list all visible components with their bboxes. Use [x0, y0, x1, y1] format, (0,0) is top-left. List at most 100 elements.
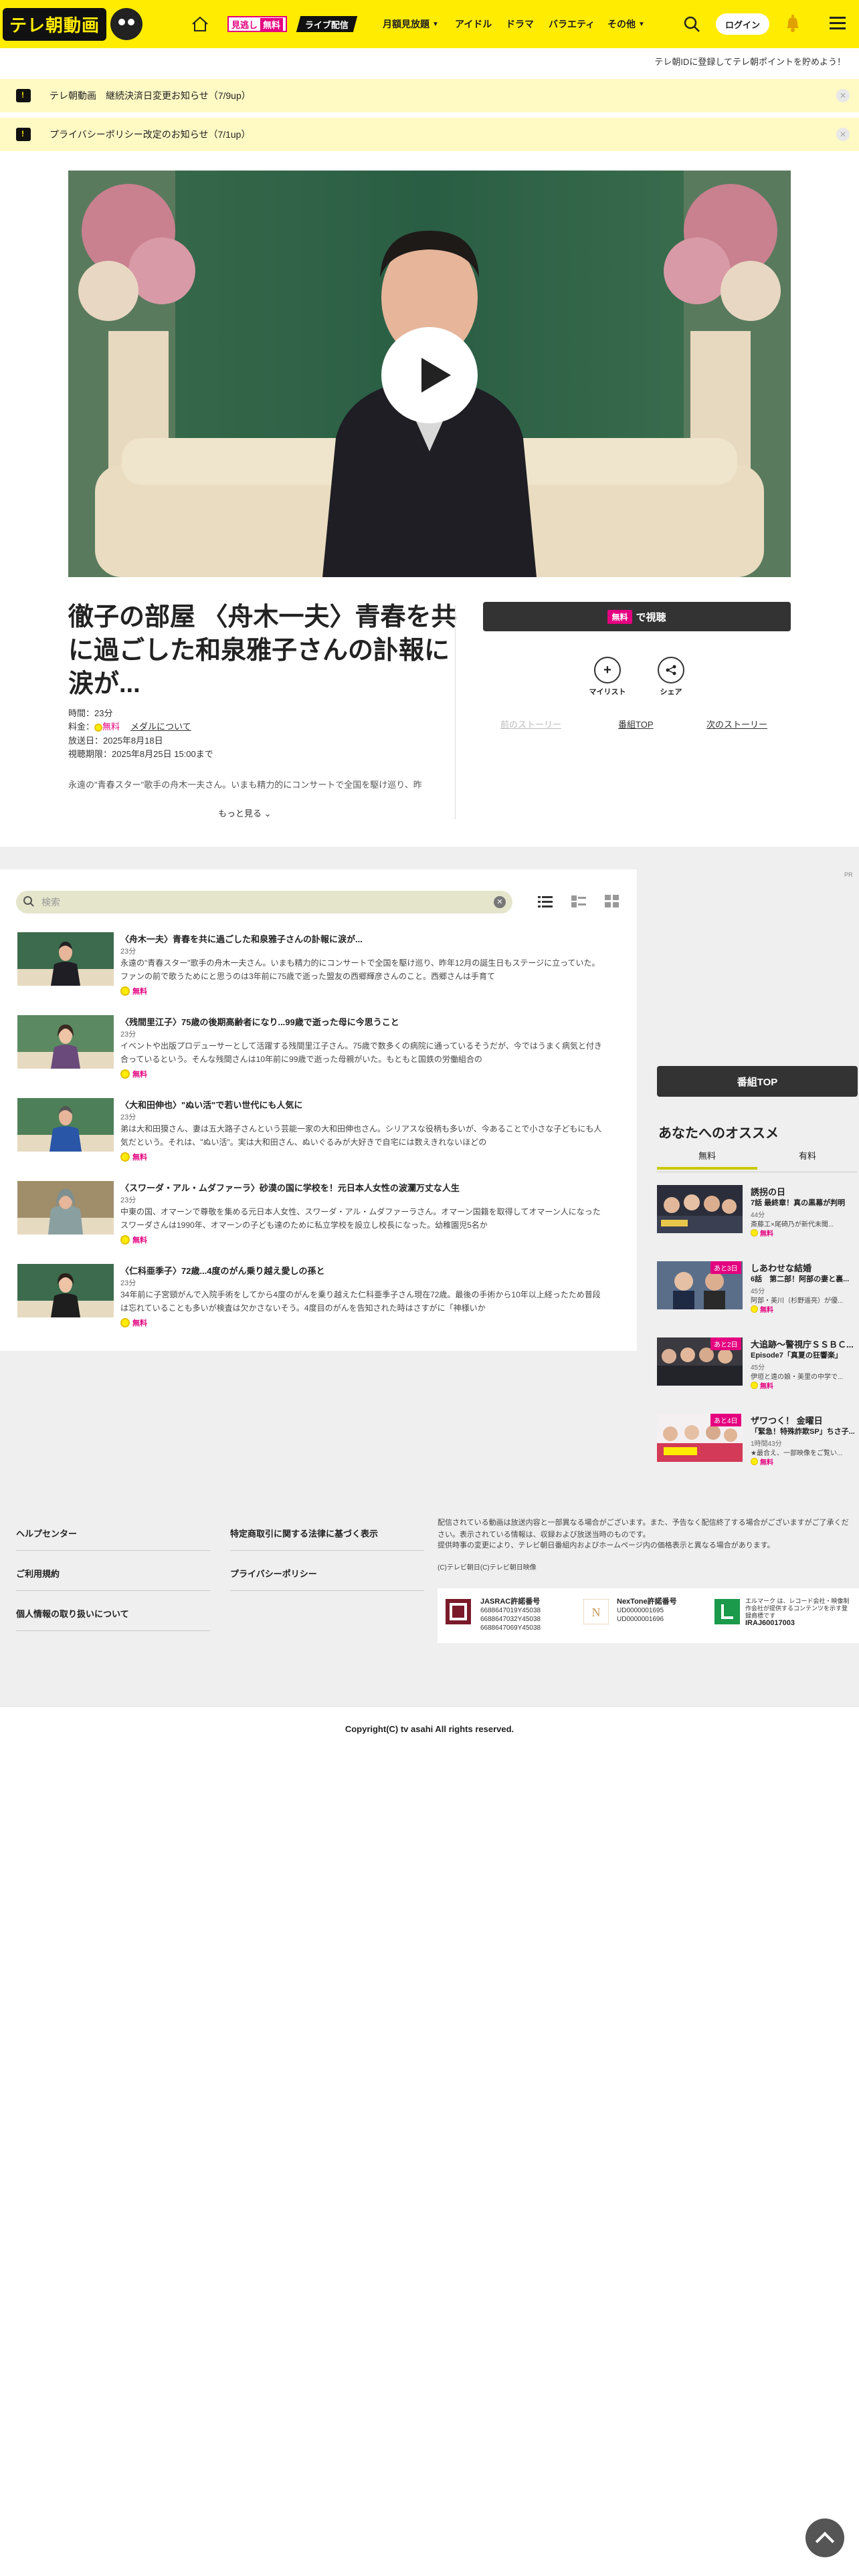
free-catchup-link[interactable]: 見逃し 無料	[227, 16, 288, 32]
medal-icon	[120, 1235, 130, 1245]
episode-item[interactable]: 〈大和田伸也〉"ぬい活"で若い世代にも人気に 23分 弟は大和田獏さん、妻は五大…	[17, 1098, 619, 1165]
license-number: UD0000001696	[617, 1616, 664, 1623]
recommend-duration: 44分	[751, 1212, 765, 1219]
scroll-to-top-button[interactable]	[805, 2518, 844, 2557]
episode-title: 〈大和田伸也〉"ぬい活"で若い世代にも人気に	[120, 1100, 303, 1110]
footer-link-help[interactable]: ヘルプセンター	[16, 1527, 77, 1539]
nav-label: バラエティ	[549, 19, 595, 29]
price-label: 料金：	[68, 722, 95, 732]
nav-monthly[interactable]: 月額見放題 ▼	[383, 17, 439, 31]
share-icon	[658, 657, 684, 683]
plus-icon: +	[594, 657, 621, 683]
notice-banner[interactable]: プライバシーポリシー改定のお知らせ（7/1up） ✕	[0, 118, 859, 151]
program-duration: 時間：23分	[68, 708, 113, 718]
watch-free-button[interactable]: 無料 で視聴	[483, 602, 791, 631]
recommend-item[interactable]: あと2日 大追跡～警視庁ＳＳＢＣ... Episode7「真夏の狂響楽」 45分…	[657, 1337, 858, 1391]
nav-drama[interactable]: ドラマ	[506, 17, 534, 31]
recommend-free-badge: 無料	[751, 1457, 773, 1467]
recommend-title: 誘拐の日	[751, 1187, 786, 1197]
site-header: テレ朝動画 見逃し 無料 ライブ配信 月額見放題 ▼ アイドル ドラマ バラエティ…	[0, 0, 859, 48]
recommend-duration: 45分	[751, 1364, 765, 1372]
episode-item[interactable]: 〈仁科亜季子〉72歳...4度のがん乗り越え愛しの孫と 23分 34年前に子宮頸…	[17, 1264, 619, 1331]
clear-icon[interactable]: ✕	[494, 896, 506, 908]
episode-free-badge: 無料	[120, 986, 147, 996]
divider	[230, 1550, 424, 1551]
nav-variety[interactable]: バラエティ	[549, 17, 595, 31]
grid-view-icon[interactable]	[605, 895, 619, 908]
recommend-subtitle: Episode7「真夏の狂響楽」	[751, 1352, 842, 1360]
mascot-icon	[110, 8, 143, 40]
episode-duration: 23分	[120, 1196, 136, 1204]
free-label: 無料	[760, 1230, 773, 1238]
search-icon[interactable]	[682, 15, 701, 33]
svg-text:N: N	[592, 1606, 601, 1619]
play-button[interactable]	[381, 327, 478, 423]
divider	[455, 605, 456, 819]
show-more-button[interactable]: もっと見る ⌄	[218, 807, 272, 819]
id-promo-link[interactable]: テレ朝IDに登録してテレ朝ポイントを貯めよう！	[654, 55, 846, 68]
recommend-subtitle: 6話 第二部！阿部の妻と裏...	[751, 1275, 850, 1283]
license-number: UD0000001695	[617, 1607, 664, 1614]
menu-icon[interactable]	[830, 16, 846, 31]
episode-duration: 23分	[120, 1031, 136, 1039]
bell-icon[interactable]	[784, 13, 801, 33]
footer-link-privacy-handling[interactable]: 個人情報の取り扱いについて	[16, 1607, 129, 1620]
close-icon[interactable]: ✕	[836, 128, 850, 141]
login-button[interactable]: ログイン	[716, 13, 769, 35]
alert-icon	[16, 89, 31, 102]
nav-idol[interactable]: アイドル	[455, 17, 492, 31]
medal-icon	[751, 1382, 758, 1389]
recommend-description: ★最合え、一部映像をご覧い...	[751, 1450, 843, 1457]
episode-item[interactable]: 〈残間里江子〉75歳の後期高齢者になり...99歳で逝った母に今思うこと 23分…	[17, 1015, 619, 1082]
video-player[interactable]	[68, 171, 791, 577]
live-stream-link[interactable]: ライブ配信	[296, 16, 358, 32]
l-mark-logo-icon	[714, 1599, 740, 1624]
share-button[interactable]: シェア	[651, 657, 691, 697]
episode-search-input[interactable]: 検索 ✕	[16, 891, 512, 914]
thumbnail-list-icon[interactable]	[571, 895, 586, 908]
chevron-down-icon: ▼	[638, 20, 645, 28]
list-view-icon[interactable]	[538, 895, 553, 908]
medal-info-link[interactable]: メダルについて	[130, 722, 191, 732]
recommend-subtitle: 7話 最終章！真の黒幕が判明	[751, 1199, 846, 1207]
ad-badge: PR	[844, 871, 853, 878]
tab-free[interactable]: 無料	[657, 1149, 757, 1170]
site-logo[interactable]: テレ朝動画	[0, 0, 167, 48]
episode-description: 34年前に子宮頸がんで入院手術をしてから4度のがんを乗り越えた仁科亜季子さん現在…	[120, 1290, 601, 1313]
search-icon	[23, 896, 34, 907]
search-placeholder: 検索	[41, 897, 60, 907]
recommend-item[interactable]: 誘拐の日 7話 最終章！真の黒幕が判明 44分 斎藤工×尾碕乃が新代未聞... …	[657, 1185, 858, 1239]
footer-link-commerce-law[interactable]: 特定商取引に関する法律に基づく表示	[230, 1527, 378, 1539]
episode-item[interactable]: 〈舟木一夫〉青春を共に過ごした和泉雅子さんの訃報に涙が... 23分 永遠の"青…	[17, 932, 619, 999]
medal-icon	[94, 723, 103, 732]
episode-free-badge: 無料	[120, 1235, 147, 1245]
program-description: 永遠の"青春スター"歌手の舟木一夫さん。いまも精力的にコンサートで全国を駆け巡り…	[68, 780, 422, 790]
program-top-link[interactable]: 番組TOP	[618, 718, 654, 730]
tab-paid[interactable]: 有料	[757, 1149, 858, 1167]
notice-banner[interactable]: テレ朝動画 継続決済日変更お知らせ（7/9up） ✕	[0, 79, 859, 112]
free-label: 無料	[132, 988, 147, 996]
free-label: 無料	[132, 1071, 147, 1079]
close-icon[interactable]: ✕	[836, 89, 850, 102]
recommend-item[interactable]: あと3日 しあわせな結婚 6話 第二部！阿部の妻と裏... 45分 阿部・美川（…	[657, 1261, 858, 1315]
program-top-button[interactable]: 番組TOP	[657, 1066, 858, 1097]
chip-free-label: 見逃し	[231, 19, 258, 30]
recommend-title: しあわせな結婚	[751, 1263, 812, 1273]
nav-other[interactable]: その他 ▼	[607, 17, 645, 31]
nextone-logo-icon: N	[583, 1599, 609, 1624]
footer-link-terms[interactable]: ご利用規約	[16, 1567, 60, 1580]
home-icon[interactable]	[191, 16, 209, 32]
nav-label: アイドル	[455, 19, 492, 29]
recommend-title: 大追跡～警視庁ＳＳＢＣ...	[751, 1339, 854, 1350]
mylist-label: マイリスト	[589, 688, 626, 696]
nav-label: その他	[607, 19, 636, 29]
nav-label: 月額見放題	[383, 19, 430, 29]
footer-link-privacy-policy[interactable]: プライバシーポリシー	[230, 1567, 317, 1580]
episode-duration: 23分	[120, 948, 136, 956]
recommend-item[interactable]: あと4日 ザワつく！ 金曜日 「緊急！特殊詐欺SP」ちさ子... 1時間43分 …	[657, 1414, 858, 1467]
next-story-link[interactable]: 次のストーリー	[706, 718, 767, 730]
mylist-button[interactable]: + マイリスト	[587, 657, 628, 697]
episode-item[interactable]: 〈スワーダ・アル・ムダファーラ〉砂漠の国に学校を！元日本人女性の波瀾万丈な人生 …	[17, 1181, 619, 1248]
license-name: NexTone許諾番号	[617, 1598, 677, 1606]
chip-free-badge: 無料	[260, 17, 284, 31]
